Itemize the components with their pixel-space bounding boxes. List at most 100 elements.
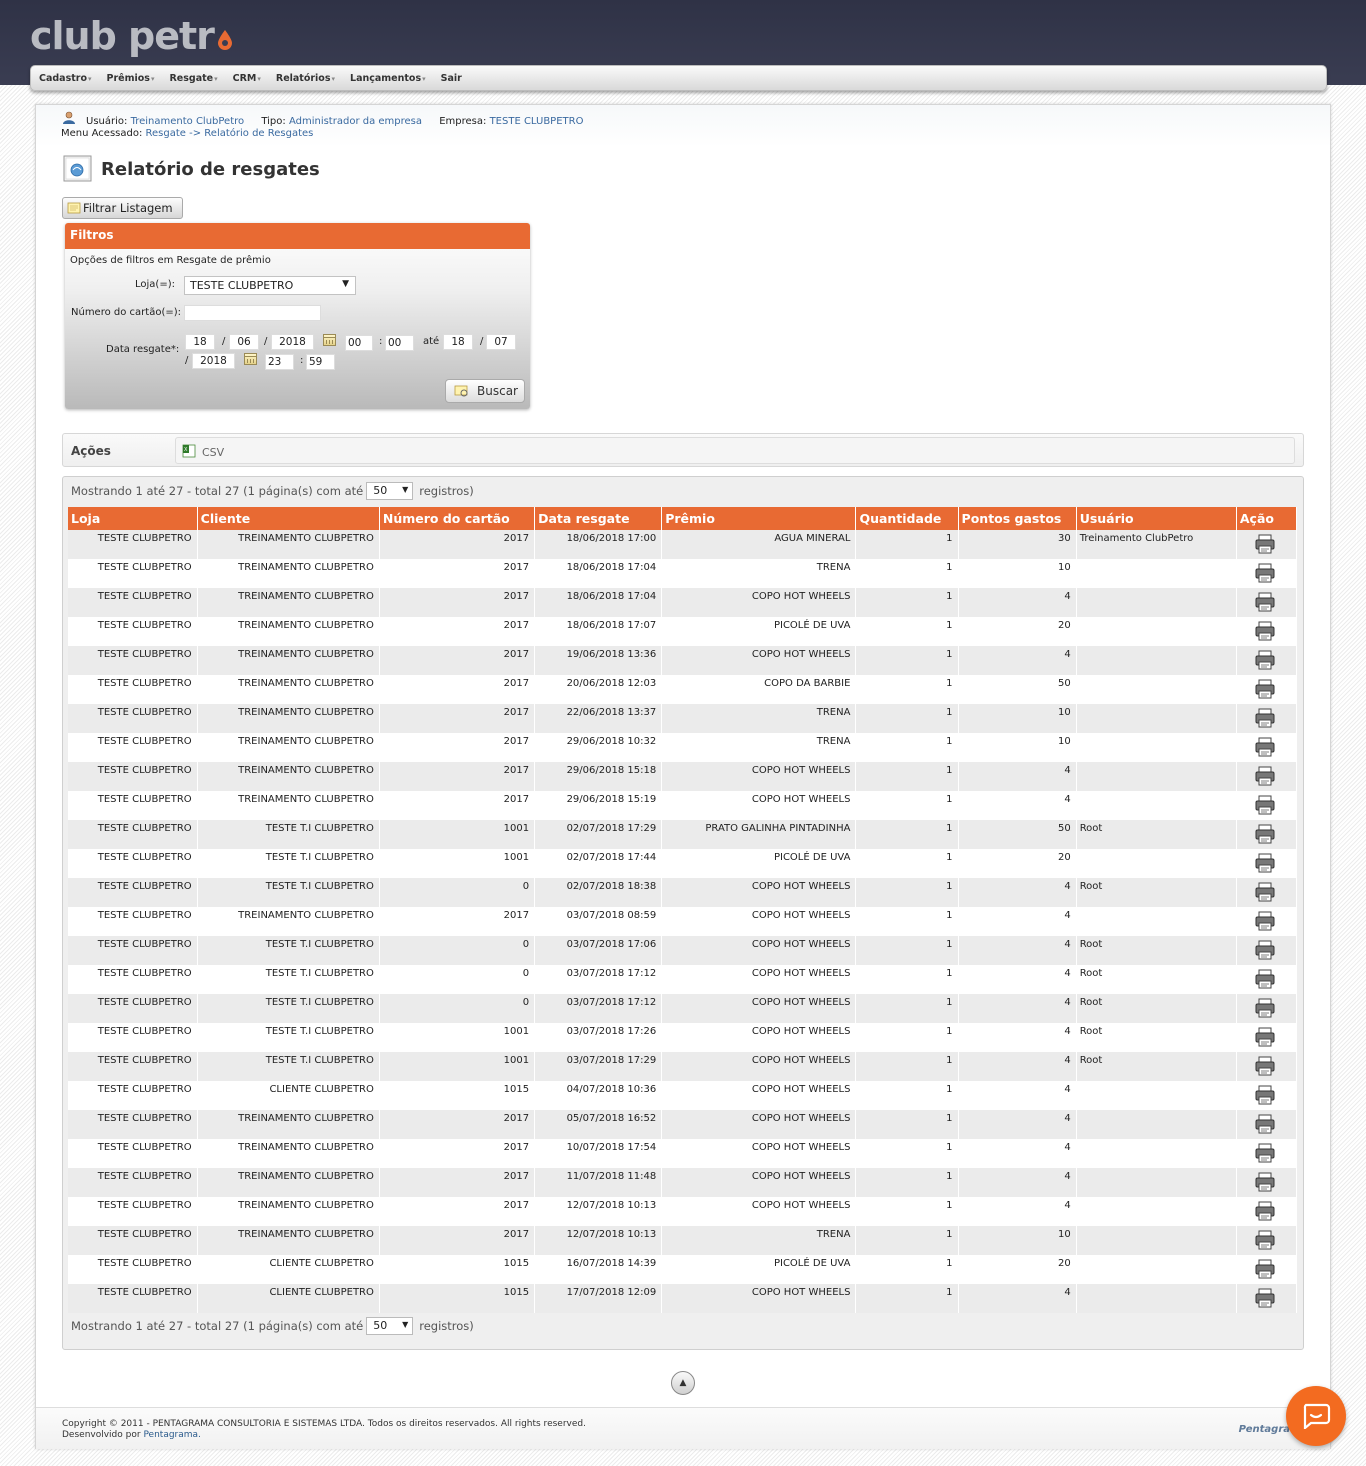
breadcrumb-path[interactable]: Resgate -> Relatório de Resgates <box>146 128 314 139</box>
print-button[interactable] <box>1236 965 1298 994</box>
print-button[interactable] <box>1236 791 1298 820</box>
developer-text: Desenvolvido por Pentagrama. <box>62 1430 201 1440</box>
user-cell <box>1076 675 1237 704</box>
column-header[interactable]: Prêmio <box>661 507 857 530</box>
to-day-input[interactable]: 18 <box>443 334 473 350</box>
to-year-input[interactable]: 2018 <box>192 353 235 369</box>
client-cell: TREINAMENTO CLUBPETRO <box>197 588 380 617</box>
prize-cell: COPO HOT WHEELS <box>661 965 857 994</box>
club-petro-logo[interactable]: club petr <box>30 14 234 58</box>
printer-icon <box>1255 853 1275 873</box>
search-button[interactable]: Buscar <box>445 379 525 403</box>
from-month-input[interactable]: 06 <box>229 334 259 350</box>
print-button[interactable] <box>1236 907 1298 936</box>
print-button[interactable] <box>1236 849 1298 878</box>
print-button[interactable] <box>1236 1052 1298 1081</box>
print-button[interactable] <box>1236 704 1298 733</box>
per-page-select[interactable]: 50 ▼ <box>366 482 414 500</box>
printer-icon <box>1255 1201 1275 1221</box>
print-button[interactable] <box>1236 1081 1298 1110</box>
store-cell: TESTE CLUBPETRO <box>68 791 198 820</box>
store-cell: TESTE CLUBPETRO <box>68 1255 198 1284</box>
csv-file-icon[interactable]: X <box>182 444 196 458</box>
print-button[interactable] <box>1236 1284 1298 1313</box>
card-number-cell: 2017 <box>379 733 536 762</box>
print-button[interactable] <box>1236 1023 1298 1052</box>
menu-item-crm[interactable]: CRM▾ <box>233 73 261 84</box>
print-button[interactable] <box>1236 617 1298 646</box>
print-button[interactable] <box>1236 1226 1298 1255</box>
print-button[interactable] <box>1236 762 1298 791</box>
card-number-cell: 2017 <box>379 907 536 936</box>
redemptions-table: Loja Cliente Número do cartão Data resga… <box>68 507 1298 1313</box>
print-button[interactable] <box>1236 588 1298 617</box>
column-header[interactable]: Número do cartão <box>379 507 536 530</box>
column-header[interactable]: Cliente <box>197 507 380 530</box>
card-number-cell: 2017 <box>379 791 536 820</box>
column-header[interactable]: Usuário <box>1076 507 1237 530</box>
table-row: TESTE CLUBPETRO TESTE T.I CLUBPETRO 1001 03… <box>68 1052 1298 1081</box>
redeem-date-cell: 05/07/2018 16:52 <box>534 1110 663 1139</box>
menu-item-resgate[interactable]: Resgate▾ <box>169 73 217 84</box>
quantity-cell: 1 <box>855 791 959 820</box>
print-button[interactable] <box>1236 675 1298 704</box>
quantity-cell: 1 <box>855 936 959 965</box>
prize-cell: COPO HOT WHEELS <box>661 1284 857 1313</box>
from-day-input[interactable]: 18 <box>185 334 215 350</box>
from-year-input[interactable]: 2018 <box>271 334 314 350</box>
logo-drop-icon <box>217 30 232 50</box>
printer-icon <box>1255 621 1275 641</box>
print-button[interactable] <box>1236 646 1298 675</box>
filter-listing-button[interactable]: Filtrar Listagem <box>62 197 183 219</box>
quantity-cell: 1 <box>855 588 959 617</box>
store-cell: TESTE CLUBPETRO <box>68 1168 198 1197</box>
prize-cell: PICOLÉ DE UVA <box>661 617 857 646</box>
quantity-cell: 1 <box>855 965 959 994</box>
print-button[interactable] <box>1236 994 1298 1023</box>
print-button[interactable] <box>1236 878 1298 907</box>
chat-button[interactable] <box>1286 1386 1346 1446</box>
calendar-icon[interactable] <box>323 334 336 346</box>
print-button[interactable] <box>1236 936 1298 965</box>
to-minute-input[interactable]: 59 <box>306 354 335 370</box>
print-button[interactable] <box>1236 1255 1298 1284</box>
print-button[interactable] <box>1236 820 1298 849</box>
print-button[interactable] <box>1236 1197 1298 1226</box>
column-header[interactable]: Quantidade <box>855 507 959 530</box>
from-minute-input[interactable]: 00 <box>385 335 414 351</box>
card-number-cell: 1001 <box>379 849 536 878</box>
to-hour-input[interactable]: 23 <box>265 354 294 370</box>
user-cell <box>1076 762 1237 791</box>
printer-icon <box>1255 737 1275 757</box>
printer-icon <box>1255 1259 1275 1279</box>
redeem-date-cell: 22/06/2018 13:37 <box>534 704 663 733</box>
print-button[interactable] <box>1236 1139 1298 1168</box>
menu-item-sair[interactable]: Sair <box>441 73 462 84</box>
print-button[interactable] <box>1236 530 1298 559</box>
card-number-input[interactable] <box>184 305 321 321</box>
column-header[interactable]: Pontos gastos <box>958 507 1077 530</box>
from-hour-input[interactable]: 00 <box>345 335 373 351</box>
prize-cell: COPO HOT WHEELS <box>661 1023 857 1052</box>
developer-link[interactable]: Pentagrama. <box>143 1430 200 1440</box>
print-button[interactable] <box>1236 1168 1298 1197</box>
menu-item-premios[interactable]: Prêmios▾ <box>107 73 155 84</box>
calendar-icon[interactable] <box>244 353 257 365</box>
menu-item-lancamentos[interactable]: Lançamentos▾ <box>350 73 426 84</box>
store-select[interactable]: TESTE CLUBPETRO ▼ <box>184 276 356 295</box>
user-cell <box>1076 559 1237 588</box>
print-button[interactable] <box>1236 1110 1298 1139</box>
csv-export-link[interactable]: CSV <box>202 446 224 459</box>
search-icon <box>454 385 468 397</box>
scroll-top-button[interactable]: ▲ <box>671 1371 695 1395</box>
column-header[interactable]: Data resgate <box>534 507 663 530</box>
card-number-cell: 1015 <box>379 1255 536 1284</box>
print-button[interactable] <box>1236 733 1298 762</box>
menu-item-cadastro[interactable]: Cadastro▾ <box>39 73 92 84</box>
column-header[interactable]: Loja <box>68 507 198 530</box>
print-button[interactable] <box>1236 559 1298 588</box>
table-row: TESTE CLUBPETRO TREINAMENTO CLUBPETRO 2017… <box>68 588 1298 617</box>
menu-item-relatorios[interactable]: Relatórios▾ <box>276 73 335 84</box>
per-page-select[interactable]: 50 ▼ <box>366 1317 414 1335</box>
to-month-input[interactable]: 07 <box>486 334 516 350</box>
